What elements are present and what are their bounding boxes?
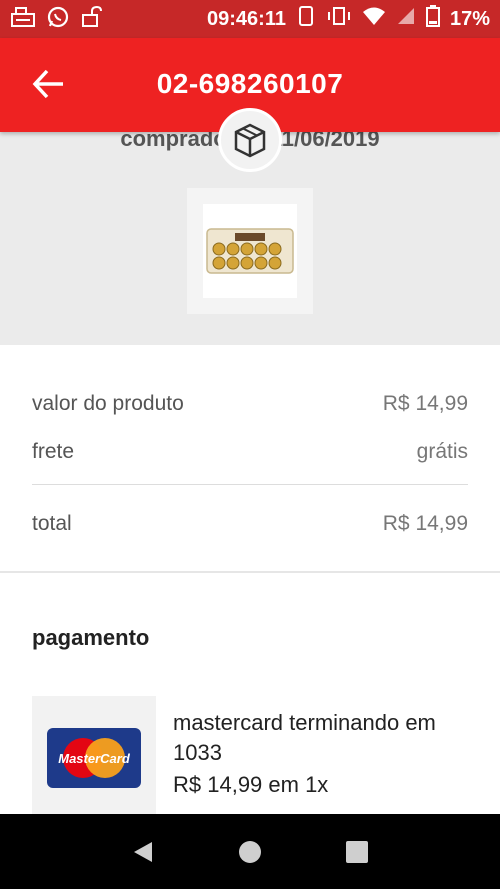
system-nav-bar [0,814,500,889]
order-number-title: 02-698260107 [156,68,344,99]
square-recents-icon [345,840,368,863]
product-value: R$ 14,99 [382,392,468,415]
nav-home-button[interactable] [230,832,270,872]
payment-section: pagamento MasterCard mastercard terminan… [0,575,500,820]
vibrate-icon [326,5,352,33]
shipping-row: frete grátis [32,440,468,464]
mastercard-logo: MasterCard [32,696,156,820]
order-header-panel: comprado em 11/06/2019 [0,108,500,345]
order-summary: valor do produto R$ 14,99 frete grátis t… [0,345,500,573]
product-image [203,204,297,298]
nav-recents-button[interactable] [337,832,377,872]
total-value: R$ 14,99 [382,512,468,535]
circle-home-icon [238,840,261,863]
battery-icon [425,5,440,33]
shipping-label: frete [32,440,75,463]
total-label: total [32,512,72,535]
product-thumbnail[interactable] [187,188,313,314]
status-bar: 09:46:11 17% [0,0,500,38]
battery-level: 17% [449,7,490,30]
nav-back-button[interactable] [123,832,163,872]
signal-icon [396,6,416,32]
installments: R$ 14,99 em 1x [173,772,329,797]
lock-icon [80,5,104,34]
package-box-icon [218,108,282,172]
total-row: total R$ 14,99 [32,512,468,536]
vibrate-icon [296,5,316,33]
payment-heading: pagamento [32,625,150,650]
shipping-value: grátis [416,440,468,463]
wifi-icon [362,6,386,32]
product-value-label: valor do produto [32,392,184,415]
card-brand-text: MasterCard [58,751,131,766]
status-time: 09:46:11 [207,7,286,30]
triangle-back-icon [134,841,153,862]
payment-details: mastercard terminando em 1033 R$ 14,99 e… [173,708,483,800]
card-description: mastercard terminando em 1033 [173,710,436,765]
whatsapp-icon [46,5,70,34]
product-value-row: valor do produto R$ 14,99 [32,392,468,416]
summary-divider [32,484,468,485]
cash-register-icon [10,6,36,33]
